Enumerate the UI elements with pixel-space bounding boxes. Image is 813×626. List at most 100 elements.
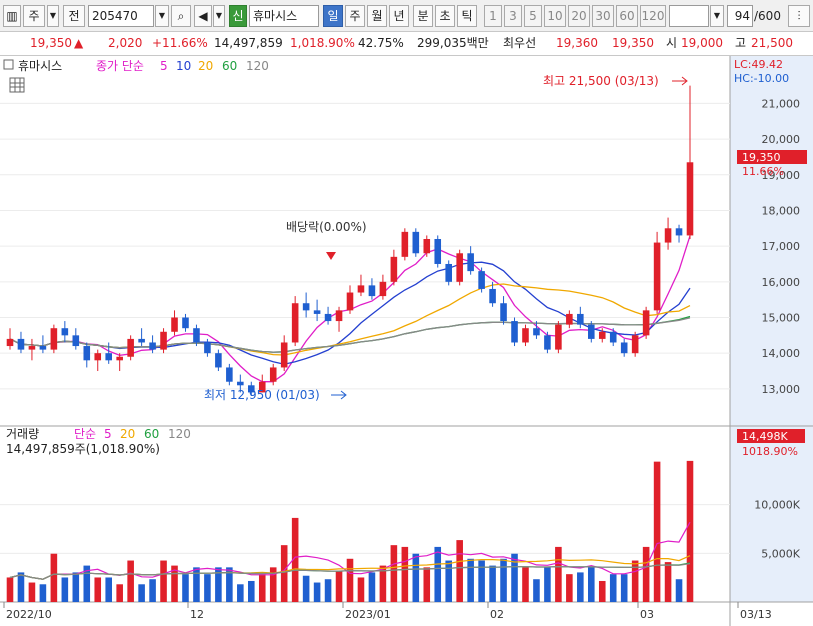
volume-bar <box>686 460 694 602</box>
volume-bar <box>160 560 167 602</box>
volume-bar <box>522 567 529 602</box>
stock-code-input[interactable]: 205470 <box>88 5 154 27</box>
interval-1[interactable]: 1 <box>484 5 502 27</box>
volume-bar <box>401 546 409 602</box>
price-y-tick: 16,000 <box>762 276 801 289</box>
volume-bar <box>149 579 156 602</box>
candle-body <box>83 346 91 361</box>
candle-body <box>269 367 277 382</box>
window-icon[interactable]: ▥ <box>3 5 21 27</box>
x-axis-label: 2022/10 <box>6 608 52 621</box>
search-icon[interactable]: ⌕ <box>171 5 191 27</box>
candle-body <box>500 303 507 322</box>
volume-bar <box>6 577 14 602</box>
candle-body <box>28 346 36 350</box>
tab-month[interactable]: 월 <box>367 5 387 27</box>
interval-dropdown-icon[interactable]: ▼ <box>710 5 724 27</box>
interval-3[interactable]: 3 <box>504 5 522 27</box>
candle-body <box>72 335 80 347</box>
count-input[interactable]: 94 <box>727 5 753 27</box>
interval-5[interactable]: 5 <box>524 5 542 27</box>
ask-price: 19,360 <box>556 36 598 50</box>
turnover-rate: 42.75% <box>358 36 404 50</box>
volume-bar <box>620 574 628 602</box>
volume-bar <box>533 579 540 602</box>
volume-bar <box>642 546 650 602</box>
market-select[interactable]: 주 <box>23 5 45 27</box>
volume-bar <box>456 540 463 602</box>
candle-body <box>522 328 529 343</box>
volume-bar <box>609 574 617 602</box>
trade-amount: 299,035백만 <box>417 36 489 50</box>
candle-body <box>302 303 310 311</box>
volume-bar <box>445 560 452 602</box>
volume-bar <box>555 546 562 602</box>
candle-body <box>215 353 222 368</box>
candle-body <box>280 342 288 368</box>
tab-week[interactable]: 주 <box>345 5 365 27</box>
chart-toolbar: ▥ 주 ▼ 전 205470 ▼ ⌕ ◀ ▼ 신 휴마시스 일 주 월 년 분 … <box>0 0 813 32</box>
indicator-icon[interactable]: ⫶ <box>788 5 810 27</box>
speaker-dropdown-icon[interactable]: ▼ <box>213 5 225 27</box>
candle-body <box>577 313 584 325</box>
interval-120[interactable]: 120 <box>640 5 666 27</box>
candle-body <box>346 292 354 311</box>
market-dropdown-icon[interactable]: ▼ <box>47 5 59 27</box>
volume-bar <box>500 558 507 602</box>
x-axis-label: 2023/01 <box>345 608 391 621</box>
ma60-legend: 60 <box>222 59 237 73</box>
code-dropdown-icon[interactable]: ▼ <box>155 5 169 27</box>
volume-bar <box>237 584 244 602</box>
candle-body <box>357 285 365 293</box>
interval-custom-input[interactable] <box>669 5 709 27</box>
interval-30[interactable]: 30 <box>592 5 614 27</box>
volume-bar <box>182 574 189 602</box>
price-y-tick: 21,000 <box>762 97 801 110</box>
min-price-label: 최저 12,950 (01/03) <box>204 388 320 402</box>
volume-bar <box>94 577 102 602</box>
volume-last-pct: 1018.90% <box>742 445 798 458</box>
candle-body <box>686 162 694 236</box>
tab-tick[interactable]: 틱 <box>457 5 477 27</box>
volume-bar <box>653 461 661 602</box>
tab-second[interactable]: 초 <box>435 5 455 27</box>
speaker-icon[interactable]: ◀ <box>194 5 212 27</box>
interval-60[interactable]: 60 <box>616 5 638 27</box>
interval-20[interactable]: 20 <box>568 5 590 27</box>
tab-minute[interactable]: 분 <box>413 5 433 27</box>
candle-body <box>598 331 606 339</box>
candle-body <box>390 256 398 282</box>
volume-bar <box>138 584 145 602</box>
candle-body <box>423 239 431 254</box>
interval-10[interactable]: 10 <box>544 5 566 27</box>
table-icon[interactable] <box>9 77 25 93</box>
candle-body <box>489 288 496 304</box>
volume-bar <box>423 567 431 602</box>
candle-body <box>620 342 628 354</box>
candle-body <box>237 381 244 386</box>
chart-area[interactable]: 휴마시스 종가 단순 5 10 20 60 120 LC:49.42 HC:-1… <box>0 56 813 626</box>
price-y-tick: 15,000 <box>762 312 801 325</box>
candle-body <box>511 321 518 343</box>
prev-button[interactable]: 전 <box>63 5 85 27</box>
candle-body <box>324 313 332 322</box>
volume-bar <box>17 572 25 602</box>
vol-ma20-legend: 20 <box>120 427 135 441</box>
candle-body <box>226 367 233 382</box>
volume-bar <box>302 575 310 602</box>
candle-body <box>555 324 562 350</box>
candle-body <box>291 303 299 343</box>
candle-body <box>412 231 420 254</box>
price-y-tick: 14,000 <box>762 347 801 360</box>
tab-day[interactable]: 일 <box>323 5 343 27</box>
stock-name-field[interactable]: 휴마시스 <box>249 5 319 27</box>
candle-body <box>39 346 47 350</box>
volume-bar <box>489 565 496 602</box>
volume-bar <box>280 545 288 602</box>
ma20-legend: 20 <box>198 59 213 73</box>
candle-body <box>160 331 167 350</box>
tab-year[interactable]: 년 <box>389 5 409 27</box>
candle-body <box>609 331 617 343</box>
candle-body <box>94 353 102 361</box>
volume-bar <box>598 580 606 602</box>
